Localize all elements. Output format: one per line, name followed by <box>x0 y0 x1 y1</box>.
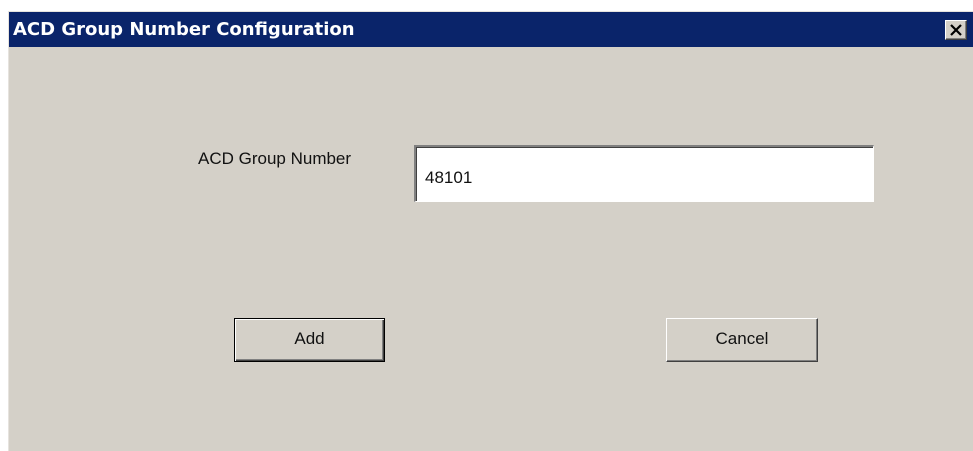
add-button[interactable]: Add <box>234 318 385 362</box>
close-button[interactable] <box>945 20 967 40</box>
acd-group-number-label: ACD Group Number <box>198 149 352 168</box>
cancel-button[interactable]: Cancel <box>666 318 818 362</box>
acd-group-config-dialog: ACD Group Number Configuration ACD Group… <box>8 11 973 451</box>
title-bar[interactable]: ACD Group Number Configuration <box>9 12 973 47</box>
window-title: ACD Group Number Configuration <box>13 19 355 40</box>
close-icon <box>950 24 962 36</box>
acd-group-number-input[interactable] <box>414 145 874 202</box>
